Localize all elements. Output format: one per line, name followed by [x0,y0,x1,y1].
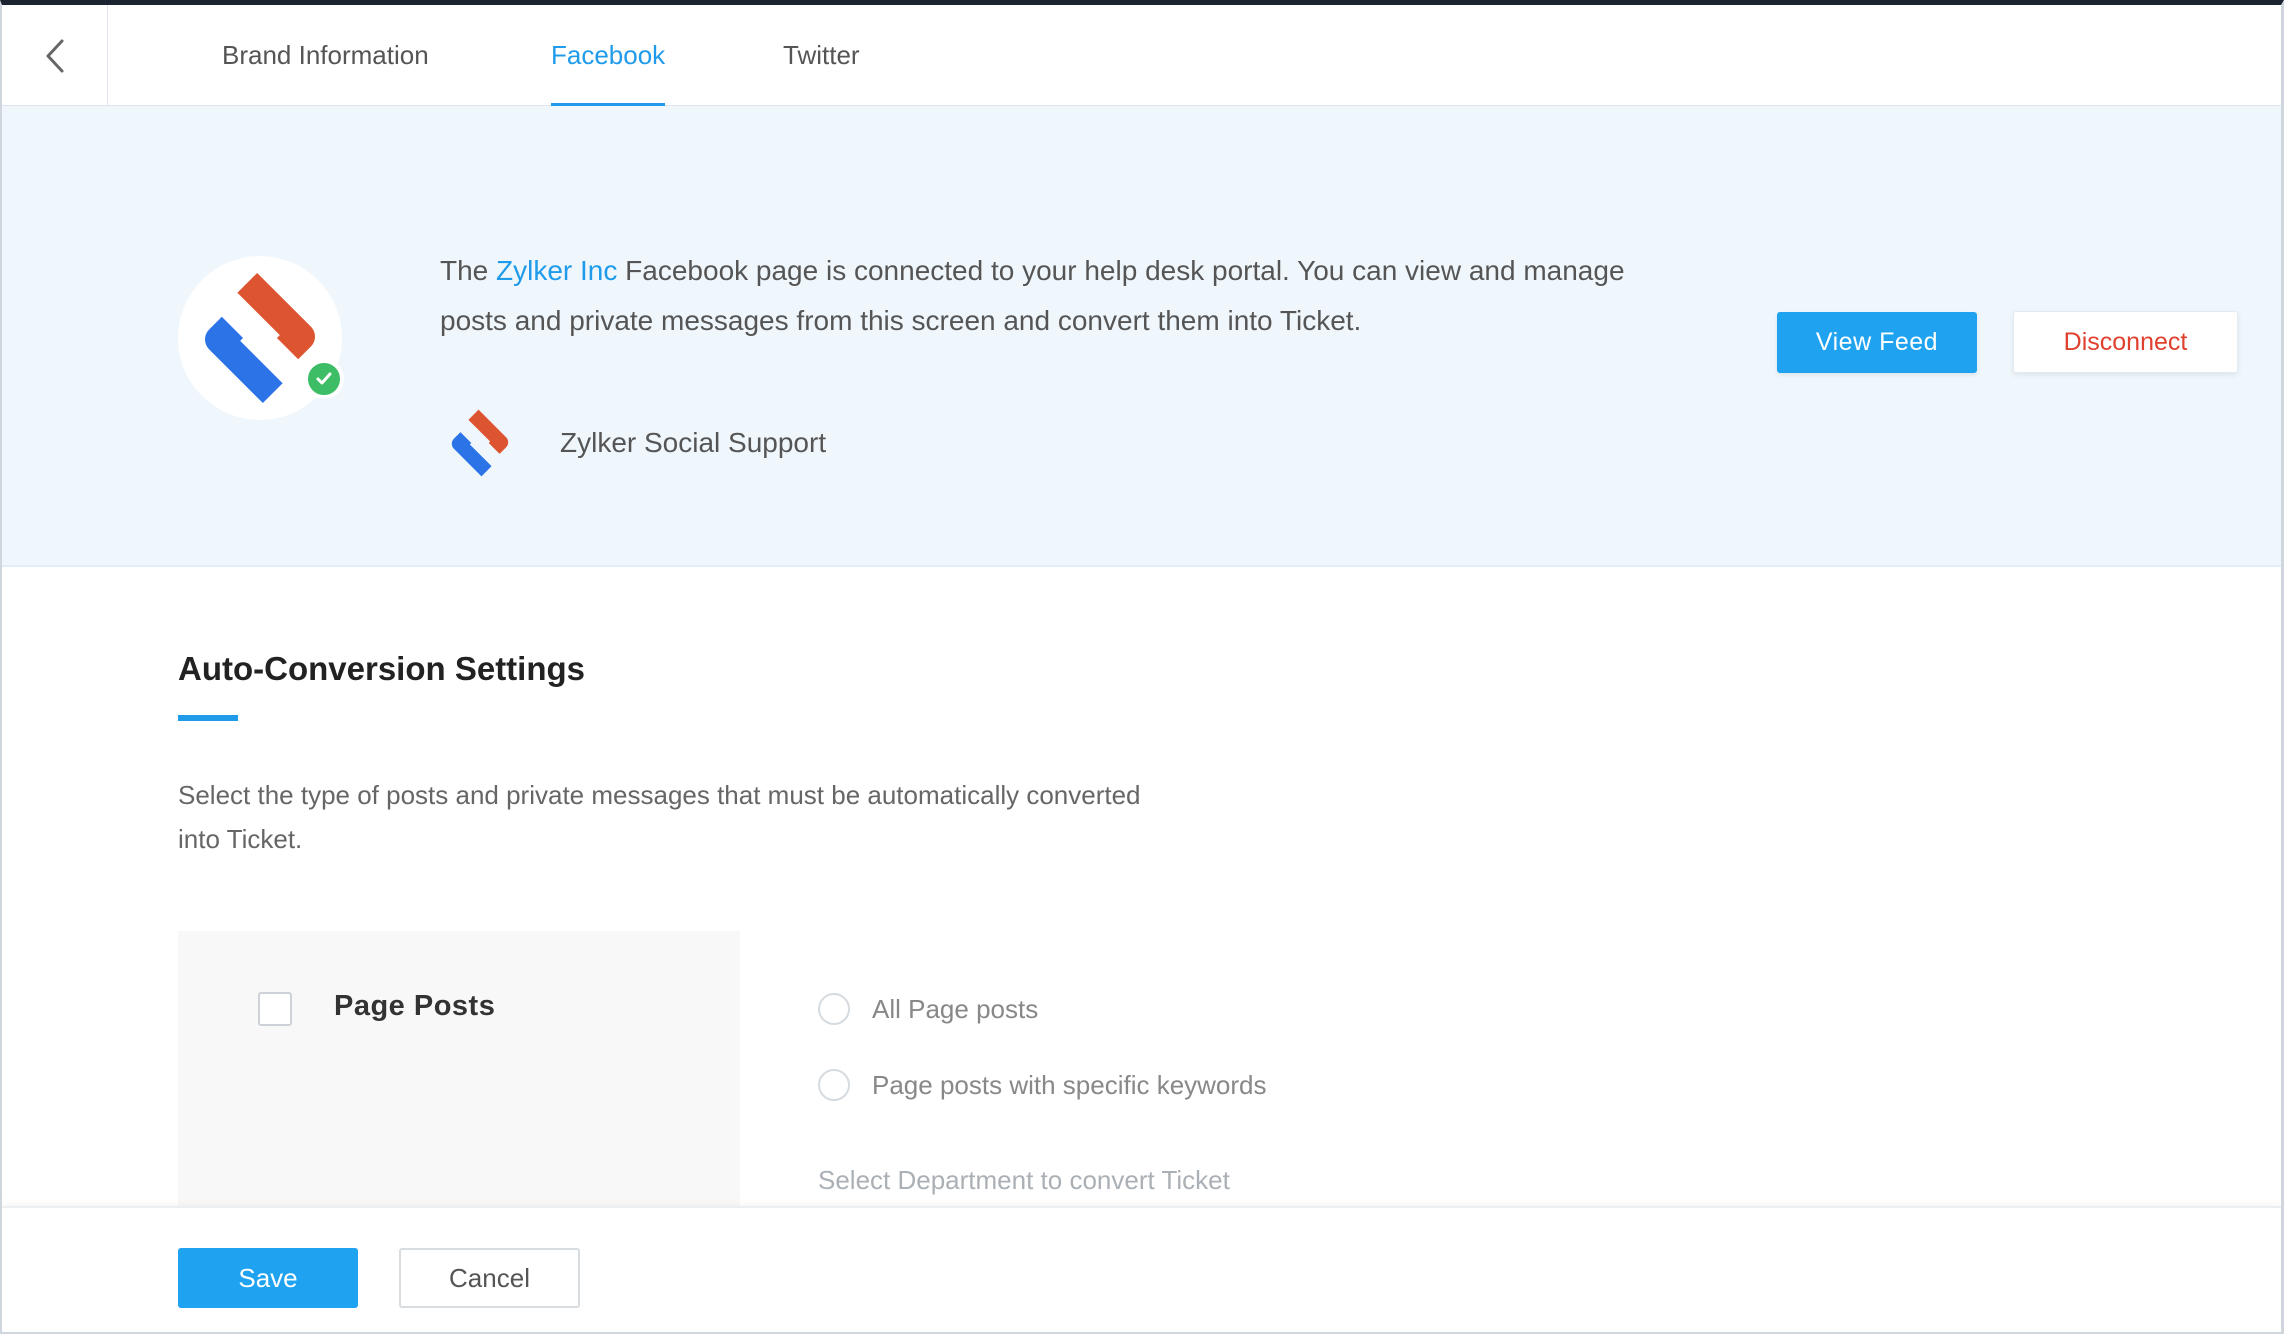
page-posts-label: Page Posts [334,990,496,1022]
page-name: Zylker Social Support [560,427,827,458]
tab-brand-information[interactable]: Brand Information [222,5,429,106]
page-posts-checkbox[interactable] [258,992,292,1026]
radio-all-page-posts[interactable]: All Page posts [818,991,1038,1027]
tab-twitter[interactable]: Twitter [783,5,860,106]
zylker-logo-icon [451,409,509,477]
radio-label: All Page posts [872,993,1039,1024]
connection-banner: The Zylker Inc Facebook page is connecte… [2,106,2281,567]
radio-label: Page posts with specific keywords [872,1069,1267,1100]
section-title: Auto-Conversion Settings [178,650,586,687]
back-button[interactable] [2,5,108,106]
view-feed-button[interactable]: View Feed [1777,312,1977,373]
chevron-left-icon [46,39,63,72]
tab-label: Brand Information [222,40,429,70]
cancel-button[interactable]: Cancel [399,1248,580,1308]
radio-button[interactable] [818,993,850,1025]
message-suffix: Facebook page is connected to your help … [440,255,1625,336]
disconnect-button[interactable]: Disconnect [2013,311,2238,373]
department-label: Select Department to convert Ticket [818,1165,1230,1195]
footer-bar: Save Cancel [2,1206,2281,1332]
section-underline [178,715,238,721]
check-icon [316,372,332,385]
section-description: Select the type of posts and private mes… [178,780,1141,854]
option-panel [178,931,740,1211]
message-prefix: The [440,255,489,286]
tab-header: Brand Information Facebook Twitter [2,5,2281,107]
connection-message: The Zylker Inc Facebook page is connecte… [440,246,1640,346]
tab-label: Twitter [783,40,860,70]
radio-keyword-posts[interactable]: Page posts with specific keywords [818,1067,1267,1103]
app-window: Brand Information Facebook Twitter The Z… [0,0,2284,1334]
radio-button[interactable] [818,1069,850,1101]
verified-badge [304,359,344,399]
connected-page: Zylker Social Support [438,398,826,488]
tab-label: Facebook [551,40,666,70]
brand-link[interactable]: Zylker Inc [496,255,617,286]
save-button[interactable]: Save [178,1248,358,1308]
tab-facebook[interactable]: Facebook [551,5,666,107]
